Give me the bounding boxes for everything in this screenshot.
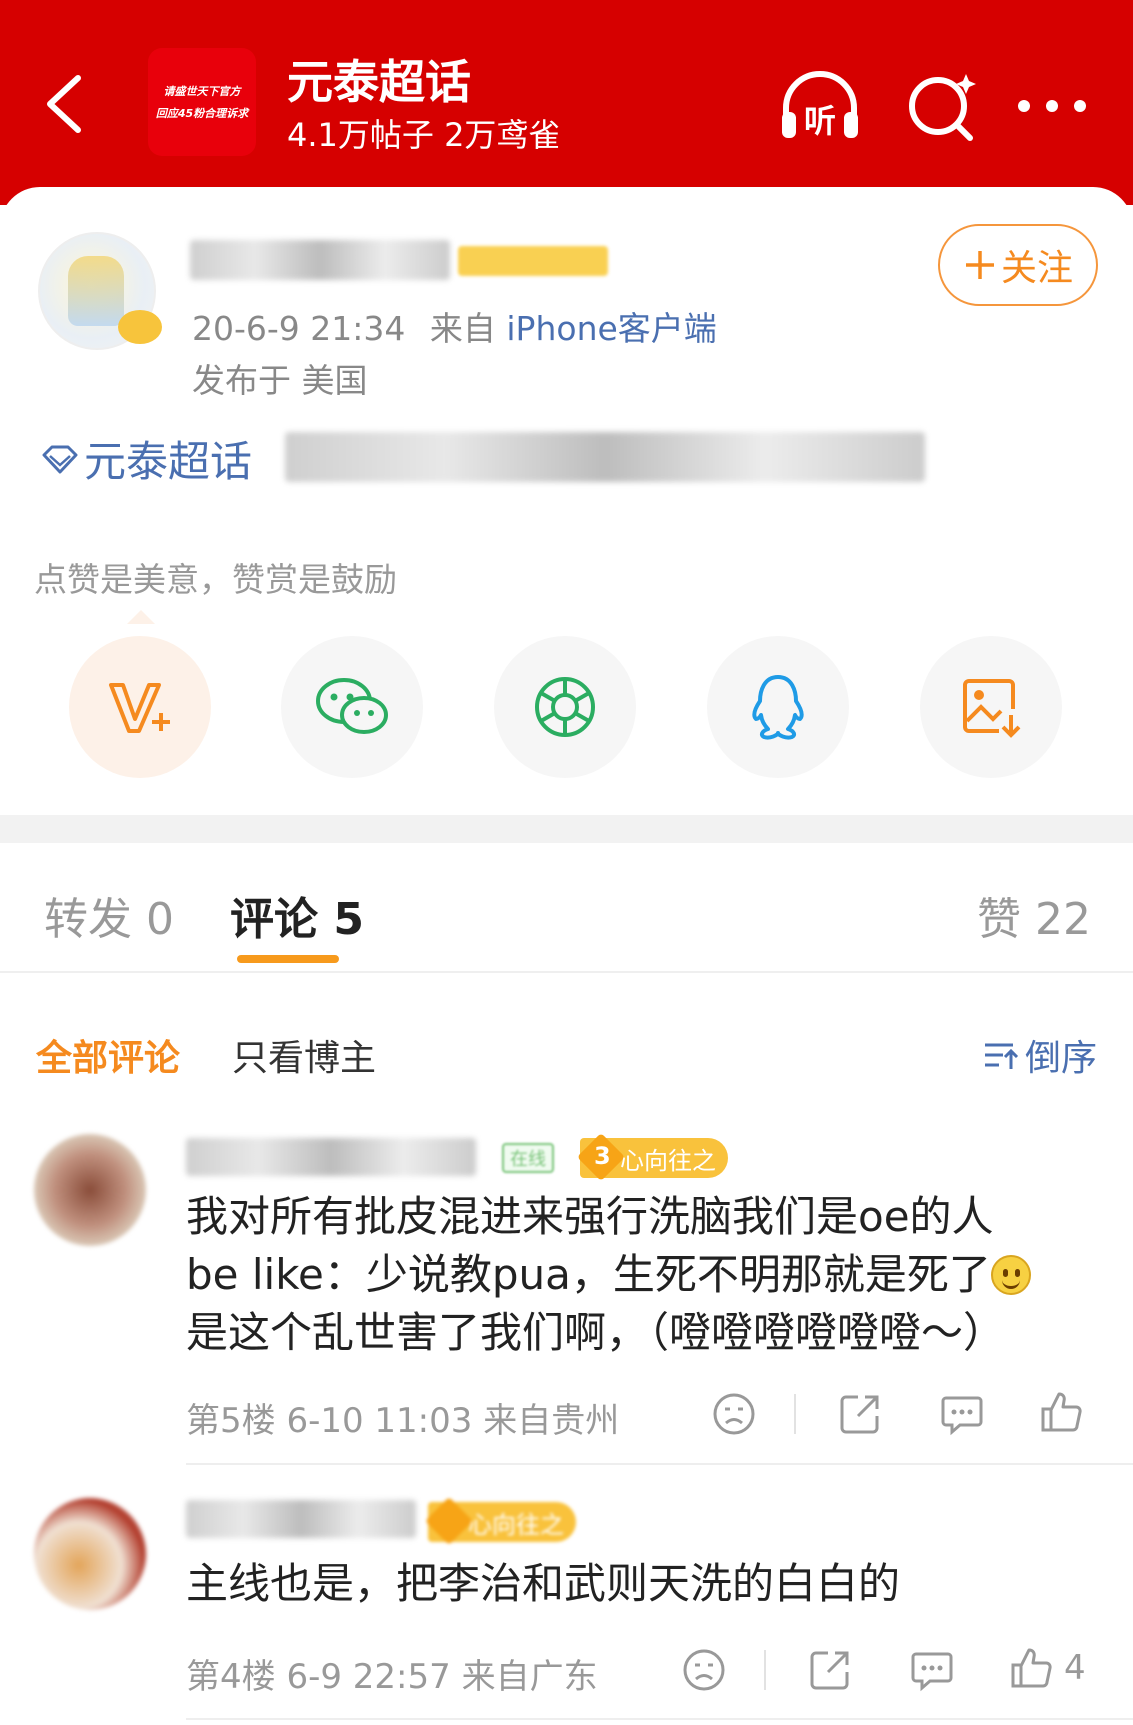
share-icon[interactable] [838,1392,882,1436]
thumbs-up-icon [1041,1392,1082,1432]
level-text: 心向往之 [620,1146,716,1175]
logo-text-2: 回应45粉合理诉求 [155,107,249,120]
level-text: 心向往之 [468,1510,564,1539]
author-level-badge [458,246,608,276]
action-separator [764,1650,766,1690]
comment-line-2: be like：少说教pua，生死不明那就是死了 [186,1246,1086,1304]
sort-button[interactable]: 倒序 [983,1029,1097,1081]
dislike-face-icon[interactable] [712,1392,756,1436]
post-from: 来自 [429,309,496,348]
topic-link[interactable]: 元泰超话 [40,428,252,489]
reply-icon[interactable] [940,1392,984,1436]
post-time: 20-6-9 21:34 [192,309,406,348]
dislike-face-icon[interactable] [682,1648,726,1692]
top-header: 请盛世天下官方 回应45粉合理诉求 元泰超话 4.1万帖子 2万鸢雀 听 [0,0,1133,205]
follow-button[interactable]: 关注 [938,224,1098,306]
commenter-name-obscured[interactable] [186,1500,416,1538]
thumbs-up-icon [1011,1648,1052,1688]
filter-all-comments[interactable]: 全部评论 [36,1029,180,1081]
level-number: 3 [594,1142,611,1170]
tab-likes[interactable]: 赞 22 [977,883,1091,947]
level-badge: 3 心向往之 [576,1132,728,1182]
reward-v-button[interactable] [69,636,211,778]
share-moments-button[interactable] [494,636,636,778]
commenter-avatar[interactable] [34,1134,146,1246]
detail-tabs: 转发 0 评论 5 赞 22 [0,843,1133,973]
reward-hint: 点赞是美意，赞赏是鼓励 [34,560,397,599]
follow-label: 关注 [1000,248,1073,289]
post-content-obscured [285,432,925,482]
level-badge: 心向往之 [424,1496,576,1546]
topic-label: 元泰超话 [84,437,253,486]
plus-icon [965,251,994,279]
level-diamond-icon [424,1496,474,1546]
like-action[interactable] [1040,1390,1094,1434]
qq-icon [752,675,804,740]
comment-divider [186,1718,1133,1720]
comment-divider [186,1463,1133,1465]
comment-text[interactable]: 我对所有批皮混进来强行洗脑我们是oe的人 be like：少说教pua，生死不明… [186,1188,1086,1362]
comment-meta: 第5楼 6-10 11:03 来自贵州 [186,1401,620,1441]
sort-label: 倒序 [1024,1038,1097,1079]
more-icon[interactable] [1010,68,1094,144]
post-source[interactable]: iPhone客户端 [506,309,716,348]
wechat-icon [316,678,388,734]
filter-owner-only[interactable]: 只看博主 [232,1029,376,1081]
save-image-button[interactable] [920,636,1062,778]
avatar-badge [118,310,162,344]
save-image-icon [963,679,1021,738]
diamond-icon [42,445,78,473]
smile-emoji-icon [990,1255,1031,1295]
listen-icon[interactable]: 听 [778,68,862,144]
author-name-obscured[interactable] [190,240,450,280]
comment-filters: 全部评论 只看博主 倒序 [0,1025,1133,1085]
like-count: 4 [1064,1648,1086,1688]
action-separator [794,1394,796,1434]
moments-icon [535,677,595,737]
reply-icon[interactable] [910,1648,954,1692]
post-meta: 20-6-9 21:34 来自 iPhone客户端 [192,302,717,350]
tab-reposts[interactable]: 转发 0 [44,883,174,947]
online-badge: 在线 [502,1143,554,1173]
comment-meta: 第4楼 6-9 22:57 来自广东 [186,1657,598,1697]
commenter-name-obscured[interactable] [186,1138,476,1176]
v-plus-icon [109,683,170,733]
share-qq-button[interactable] [707,636,849,778]
supertopic-stats: 4.1万帖子 2万鸢雀 [287,116,561,154]
comment-line: be like：少说教pua，生死不明那就是死了 [186,1250,991,1299]
supertopic-logo[interactable]: 请盛世天下官方 回应45粉合理诉求 [148,48,256,156]
section-divider [0,815,1133,843]
post-location: 发布于 美国 [192,361,368,400]
active-tab-indicator [237,955,339,963]
sort-icon [984,1043,1019,1069]
share-icon[interactable] [808,1648,852,1692]
comment-line: 是这个乱世害了我们啊，（噔噔噔噔噔噔～） [186,1308,1006,1357]
logo-text-1: 请盛世天下官方 [163,85,241,98]
share-row [0,636,1133,778]
comment-line: 我对所有批皮混进来强行洗脑我们是oe的人 [186,1192,994,1241]
back-icon[interactable] [40,72,88,136]
share-wechat-button[interactable] [281,636,423,778]
commenter-avatar[interactable] [34,1498,146,1610]
comment-text[interactable]: 主线也是，把李治和武则天洗的白白的 [186,1555,1086,1613]
reward-caret [127,610,155,624]
supertopic-title[interactable]: 元泰超话 [287,46,471,112]
search-icon[interactable] [900,68,984,144]
tab-comments[interactable]: 评论 5 [230,883,364,947]
like-action[interactable]: 4 [1010,1646,1086,1690]
listen-label: 听 [804,102,836,140]
